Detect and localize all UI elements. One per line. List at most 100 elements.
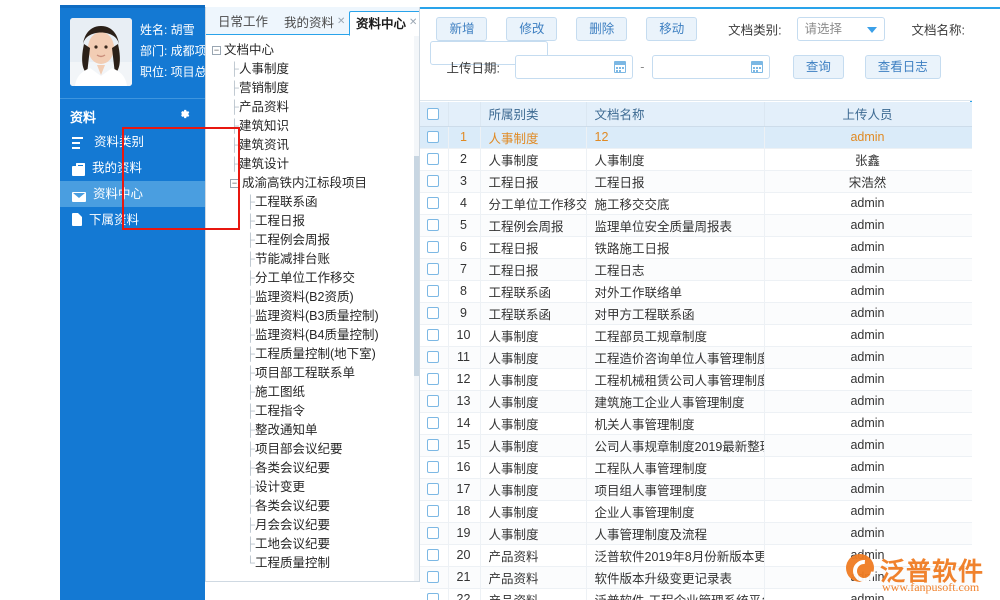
row-checkbox[interactable] bbox=[427, 219, 439, 231]
table-row[interactable]: 12人事制度工程机械租赁公司人事管理制度admin bbox=[420, 368, 972, 390]
close-icon[interactable]: ✕ bbox=[409, 17, 417, 28]
gear-icon[interactable] bbox=[177, 107, 191, 121]
table-row[interactable]: 20产品资料泛普软件2019年8月份新版本更新...admin bbox=[420, 544, 972, 566]
tree-node[interactable]: ├监理资料(B2资质) bbox=[210, 288, 419, 307]
row-checkbox[interactable] bbox=[427, 153, 439, 165]
tree-node[interactable]: ├营销制度 bbox=[210, 79, 419, 98]
tree-node[interactable]: −成渝高铁内江标段项目 bbox=[210, 174, 419, 193]
move-button[interactable]: 移动 bbox=[646, 17, 697, 41]
tree-node[interactable]: −文档中心 bbox=[210, 41, 419, 60]
add-button[interactable]: 新增 bbox=[436, 17, 487, 41]
table-row[interactable]: 1人事制度12admin bbox=[420, 126, 972, 148]
tree-node[interactable]: ├节能减排台账 bbox=[210, 250, 419, 269]
column-header-category[interactable]: 所属别类 bbox=[480, 102, 586, 126]
column-header-docname[interactable]: 文档名称 bbox=[586, 102, 764, 126]
tree-node[interactable]: ├工程日报 bbox=[210, 212, 419, 231]
table-row[interactable]: 22产品资料泛普软件-工程企业管理系统平台超...admin bbox=[420, 588, 972, 600]
table-row[interactable]: 10人事制度工程部员工规章制度admin bbox=[420, 324, 972, 346]
row-checkbox[interactable] bbox=[427, 439, 439, 451]
row-checkbox[interactable] bbox=[427, 241, 439, 253]
column-header-uploader[interactable]: 上传人员 bbox=[764, 102, 972, 126]
tree-node[interactable]: ├施工图纸 bbox=[210, 383, 419, 402]
date-from-input[interactable] bbox=[515, 55, 633, 79]
tree-node[interactable]: ├人事制度 bbox=[210, 60, 419, 79]
sidebar-item-资料中心[interactable]: 资料中心 bbox=[60, 181, 205, 207]
table-row[interactable]: 19人事制度人事管理制度及流程admin bbox=[420, 522, 972, 544]
view-log-button[interactable]: 查看日志 bbox=[865, 55, 941, 79]
table-row[interactable]: 8工程联系函对外工作联络单admin bbox=[420, 280, 972, 302]
tree-toggle-icon[interactable]: − bbox=[212, 46, 221, 55]
row-checkbox[interactable] bbox=[427, 417, 439, 429]
sidebar-item-资料类别[interactable]: 资料类别 bbox=[60, 129, 205, 155]
row-checkbox[interactable] bbox=[427, 505, 439, 517]
row-checkbox[interactable] bbox=[427, 131, 439, 143]
tab-资料中心[interactable]: 资料中心✕ bbox=[349, 11, 420, 36]
edit-button[interactable]: 修改 bbox=[506, 17, 557, 41]
table-row[interactable]: 14人事制度机关人事管理制度admin bbox=[420, 412, 972, 434]
sidebar-item-下属资料[interactable]: 下属资料 bbox=[60, 207, 205, 233]
table-row[interactable]: 9工程联系函对甲方工程联系函admin bbox=[420, 302, 972, 324]
row-checkbox[interactable] bbox=[427, 351, 439, 363]
tree-node[interactable]: ├项目部工程联系单 bbox=[210, 364, 419, 383]
tree-node[interactable]: ├项目部会议纪要 bbox=[210, 440, 419, 459]
tree-toggle-icon[interactable]: − bbox=[230, 179, 239, 188]
row-checkbox[interactable] bbox=[427, 285, 439, 297]
row-checkbox[interactable] bbox=[427, 175, 439, 187]
table-row[interactable]: 3工程日报工程日报宋浩然 bbox=[420, 170, 972, 192]
tab-日常工作[interactable]: 日常工作 bbox=[212, 11, 274, 35]
tree-node[interactable]: ├工程指令 bbox=[210, 402, 419, 421]
table-row[interactable]: 5工程例会周报监理单位安全质量周报表admin bbox=[420, 214, 972, 236]
sidebar-item-我的资料[interactable]: 我的资料 bbox=[60, 155, 205, 181]
tree-node[interactable]: ├各类会议纪要 bbox=[210, 459, 419, 478]
tree-node[interactable]: ├工程例会周报 bbox=[210, 231, 419, 250]
table-row[interactable]: 4分工单位工作移交施工移交交底admin bbox=[420, 192, 972, 214]
row-checkbox[interactable] bbox=[427, 373, 439, 385]
table-row[interactable]: 17人事制度项目组人事管理制度admin bbox=[420, 478, 972, 500]
tree-node[interactable]: ├监理资料(B4质量控制) bbox=[210, 326, 419, 345]
tree-node[interactable]: ├工程联系函 bbox=[210, 193, 419, 212]
row-checkbox[interactable] bbox=[427, 593, 439, 600]
row-checkbox[interactable] bbox=[427, 197, 439, 209]
table-row[interactable]: 15人事制度公司人事规章制度2019最新整理版admin bbox=[420, 434, 972, 456]
doc-type-select[interactable]: 请选择 bbox=[797, 17, 885, 41]
row-checkbox[interactable] bbox=[427, 549, 439, 561]
table-row[interactable]: 18人事制度企业人事管理制度admin bbox=[420, 500, 972, 522]
tree-node[interactable]: ├产品资料 bbox=[210, 98, 419, 117]
tree-node[interactable]: ├建筑设计 bbox=[210, 155, 419, 174]
row-checkbox[interactable] bbox=[427, 263, 439, 275]
calendar-icon[interactable] bbox=[751, 61, 763, 73]
table-row[interactable]: 7工程日报工程日志admin bbox=[420, 258, 972, 280]
query-button[interactable]: 查询 bbox=[793, 55, 844, 79]
row-checkbox[interactable] bbox=[427, 527, 439, 539]
tab-我的资料[interactable]: 我的资料✕ bbox=[278, 11, 351, 35]
tree-node[interactable]: ├工程质量控制(地下室) bbox=[210, 345, 419, 364]
row-checkbox[interactable] bbox=[427, 571, 439, 583]
delete-button[interactable]: 删除 bbox=[576, 17, 627, 41]
tree-node[interactable]: ├建筑知识 bbox=[210, 117, 419, 136]
tree-node[interactable]: ├工地会议纪要 bbox=[210, 535, 419, 554]
row-checkbox[interactable] bbox=[427, 329, 439, 341]
tree-scrollbar-thumb[interactable] bbox=[414, 156, 419, 376]
row-checkbox[interactable] bbox=[427, 307, 439, 319]
tree-node[interactable]: ├设计变更 bbox=[210, 478, 419, 497]
table-row[interactable]: 13人事制度建筑施工企业人事管理制度admin bbox=[420, 390, 972, 412]
row-checkbox[interactable] bbox=[427, 461, 439, 473]
tree-node[interactable]: └工程质量控制 bbox=[210, 554, 419, 573]
select-all-checkbox[interactable] bbox=[427, 108, 439, 120]
tree-scrollbar[interactable] bbox=[414, 36, 419, 581]
tree-node[interactable]: ├建筑资讯 bbox=[210, 136, 419, 155]
tree-node[interactable]: ├监理资料(B3质量控制) bbox=[210, 307, 419, 326]
row-checkbox[interactable] bbox=[427, 395, 439, 407]
tree-node[interactable]: ├整改通知单 bbox=[210, 421, 419, 440]
row-checkbox[interactable] bbox=[427, 483, 439, 495]
table-row[interactable]: 11人事制度工程造价咨询单位人事管理制度admin bbox=[420, 346, 972, 368]
tree-node[interactable]: ├分工单位工作移交 bbox=[210, 269, 419, 288]
table-row[interactable]: 21产品资料软件版本升级变更记录表admin bbox=[420, 566, 972, 588]
tree-node[interactable]: ├月会会议纪要 bbox=[210, 516, 419, 535]
calendar-icon[interactable] bbox=[614, 61, 626, 73]
table-row[interactable]: 6工程日报铁路施工日报admin bbox=[420, 236, 972, 258]
close-icon[interactable]: ✕ bbox=[337, 16, 345, 27]
tree-node[interactable]: ├各类会议纪要 bbox=[210, 497, 419, 516]
date-to-input[interactable] bbox=[652, 55, 770, 79]
table-row[interactable]: 2人事制度人事制度张鑫 bbox=[420, 148, 972, 170]
